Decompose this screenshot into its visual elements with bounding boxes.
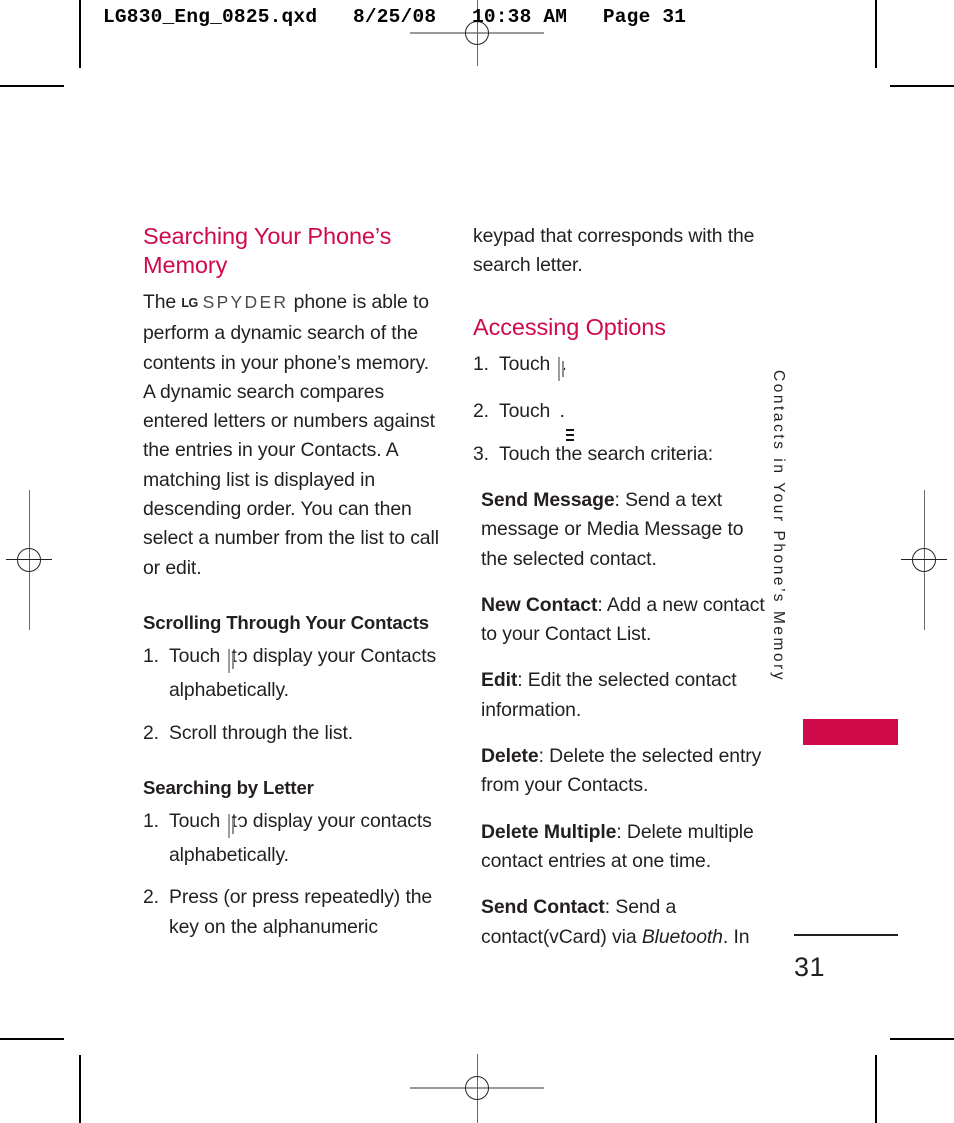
registration-mark-bottom xyxy=(454,1065,500,1111)
phone-icon[interactable] xyxy=(227,647,248,676)
spyder-model-text: SPYDER xyxy=(202,292,289,312)
option-send-contact: Send Contact: Send a contact(vCard) via … xyxy=(481,893,765,952)
step-number: 1. xyxy=(143,644,159,667)
option-term: Delete Multiple xyxy=(481,820,617,843)
manual-page: LG830_Eng_0825.qxd 8/25/08 10:38 AM Page… xyxy=(0,0,954,1123)
option-edit: Edit: Edit the selected contact informat… xyxy=(481,666,765,725)
option-send-message: Send Message: Send a text message or Med… xyxy=(481,486,765,574)
list-item: 2. Scroll through the list. xyxy=(143,719,443,748)
subheading-searching-by-letter: Searching by Letter xyxy=(143,776,314,798)
step-number: 1. xyxy=(143,809,159,832)
section-heading-accessing-options: Accessing Options xyxy=(473,313,666,340)
step-number: 2. xyxy=(143,886,159,909)
crop-mark-top-left-horizontal xyxy=(0,85,64,87)
step-number: 2. xyxy=(143,721,159,744)
page-number: 31 xyxy=(794,952,826,982)
crop-mark-bottom-left-horizontal xyxy=(0,1038,64,1040)
steps-list-accessing-options: 1. Touch . 2. Touch . 3. Touch the searc… xyxy=(473,350,765,469)
phone-icon[interactable] xyxy=(557,355,578,384)
step-text-before-icon: Touch xyxy=(169,809,221,832)
step-text-before-icon: Touch xyxy=(169,644,221,667)
step-text: Press (or press repeatedly) the key on t… xyxy=(169,886,433,938)
list-item: 1. Touch . xyxy=(473,350,765,384)
option-description-italic: Bluetooth xyxy=(641,925,723,948)
subheading-scrolling-through-contacts: Scrolling Through Your Contacts xyxy=(143,611,429,633)
option-delete-multiple: Delete Multiple: Delete multiple contact… xyxy=(481,818,765,877)
list-item: 2. Press (or press repeatedly) the key on… xyxy=(143,883,443,942)
crop-mark-top-right-horizontal xyxy=(890,85,954,87)
list-item: 2. Touch . xyxy=(473,397,765,444)
continuation-paragraph: keypad that corresponds with the search … xyxy=(473,225,755,277)
page-title: Searching Your Phone’s Memory xyxy=(143,223,392,278)
lg-spyder-wordmark: LG SPYDER xyxy=(181,288,288,319)
intro-body-text: phone is able to perform a dynamic searc… xyxy=(143,291,439,579)
option-term: Send Contact xyxy=(481,896,605,919)
step-text-before-icon: Touch xyxy=(499,400,551,423)
crop-mark-bottom-right-vertical xyxy=(875,1055,877,1123)
registration-mark-left xyxy=(6,537,52,583)
crop-mark-bottom-left-vertical xyxy=(79,1055,81,1123)
crop-mark-bottom-right-horizontal xyxy=(890,1038,954,1040)
step-text-before-icon: Touch xyxy=(499,353,551,376)
list-item: 1. Touch to display your contacts alphabe… xyxy=(143,807,443,871)
steps-list-scrolling: 1. Touch to display your Contacts alphabe… xyxy=(143,642,443,748)
intro-paragraph: The LG SPYDER phone is able to perform a … xyxy=(143,288,443,583)
registration-mark-right xyxy=(901,537,947,583)
list-item: 3. Touch the search criteria: xyxy=(473,440,765,469)
option-term: Delete xyxy=(481,745,539,768)
side-tab-label: Contacts in Your Phone’s Memory xyxy=(770,370,787,683)
list-item: 1. Touch to display your Contacts alphabe… xyxy=(143,642,443,706)
option-term: New Contact xyxy=(481,593,598,616)
lg-logo-text: LG xyxy=(181,296,198,310)
steps-list-searching-by-letter: 1. Touch to display your contacts alphabe… xyxy=(143,807,443,942)
option-term: Send Message xyxy=(481,488,615,511)
side-tab-marker xyxy=(803,719,898,745)
step-text-after-icon: . xyxy=(559,400,565,423)
option-description-post: . In xyxy=(722,925,750,948)
file-slug-header: LG830_Eng_0825.qxd 8/25/08 10:38 AM Page… xyxy=(103,6,687,28)
step-number: 1. xyxy=(473,353,489,376)
left-text-column: Searching Your Phone’s Memory The LG SPYD… xyxy=(143,222,443,955)
step-text: Touch the search criteria: xyxy=(499,442,714,465)
folio-rule xyxy=(794,934,898,936)
step-number: 2. xyxy=(473,400,489,423)
phone-icon[interactable] xyxy=(227,812,248,841)
right-text-column: keypad that corresponds with the search … xyxy=(473,222,765,952)
option-delete: Delete: Delete the selected entry from y… xyxy=(481,742,765,801)
step-number: 3. xyxy=(473,442,489,465)
option-new-contact: New Contact: Add a new contact to your C… xyxy=(481,591,765,650)
option-description: : Edit the selected contact information. xyxy=(481,669,737,721)
option-term: Edit xyxy=(481,669,518,692)
intro-lead-text: The xyxy=(143,291,177,313)
crop-mark-top-right-vertical xyxy=(875,0,877,68)
crop-mark-top-left-vertical xyxy=(79,0,81,68)
step-text: Scroll through the list. xyxy=(169,721,354,744)
